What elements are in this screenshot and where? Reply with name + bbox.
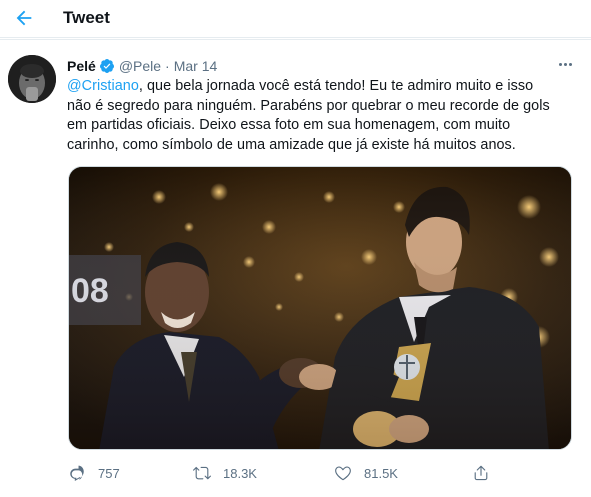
tweet-text-line-4: carinho, como símbolo de uma amizade que… xyxy=(67,136,516,153)
tweet: Pelé @Pele · Mar 14 @Cristiano, que bela… xyxy=(0,39,591,497)
tweet-text: @Cristiano, que bela jornada você está t… xyxy=(67,77,577,155)
tweet-date[interactable]: Mar 14 xyxy=(174,57,218,75)
more-horizontal-icon xyxy=(558,62,562,66)
back-button[interactable] xyxy=(8,2,40,34)
avatar-image xyxy=(8,55,56,103)
reply-button[interactable]: 757 xyxy=(68,462,120,484)
more-options-button[interactable] xyxy=(555,54,575,74)
avatar[interactable] xyxy=(8,55,56,103)
share-button[interactable] xyxy=(472,462,490,484)
photo-image: 08 xyxy=(69,167,571,449)
like-count: 81.5K xyxy=(364,465,398,481)
mention-link[interactable]: @Cristiano xyxy=(67,78,139,94)
tweet-text-line-3: em partidas oficiais. Deixo essa foto em… xyxy=(67,117,511,133)
reply-count: 757 xyxy=(98,465,120,481)
tweet-text-line-1: , que bela jornada você está tendo! Eu t… xyxy=(138,78,534,94)
retweet-icon xyxy=(193,466,211,480)
share-icon xyxy=(474,465,488,481)
tweet-meta: Pelé @Pele · Mar 14 xyxy=(67,57,217,75)
header: Tweet xyxy=(0,0,591,38)
author-handle[interactable]: @Pele xyxy=(119,57,161,75)
page-title: Tweet xyxy=(63,8,110,27)
like-button[interactable]: 81.5K xyxy=(334,462,398,484)
verified-badge-icon xyxy=(99,59,114,73)
retweet-button[interactable]: 18.3K xyxy=(193,462,257,484)
tweet-text-line-2: não é segredo para ninguém. Parabéns por… xyxy=(67,97,550,114)
arrow-left-icon xyxy=(16,10,32,26)
author-name[interactable]: Pelé xyxy=(67,57,96,75)
tweet-actions: 757 18.3K 81.5K xyxy=(68,462,498,484)
meta-separator: · xyxy=(165,58,170,74)
heart-icon xyxy=(335,466,351,481)
tweet-photo[interactable]: 08 xyxy=(68,166,572,450)
retweet-count: 18.3K xyxy=(223,465,257,481)
reply-icon xyxy=(70,465,84,481)
